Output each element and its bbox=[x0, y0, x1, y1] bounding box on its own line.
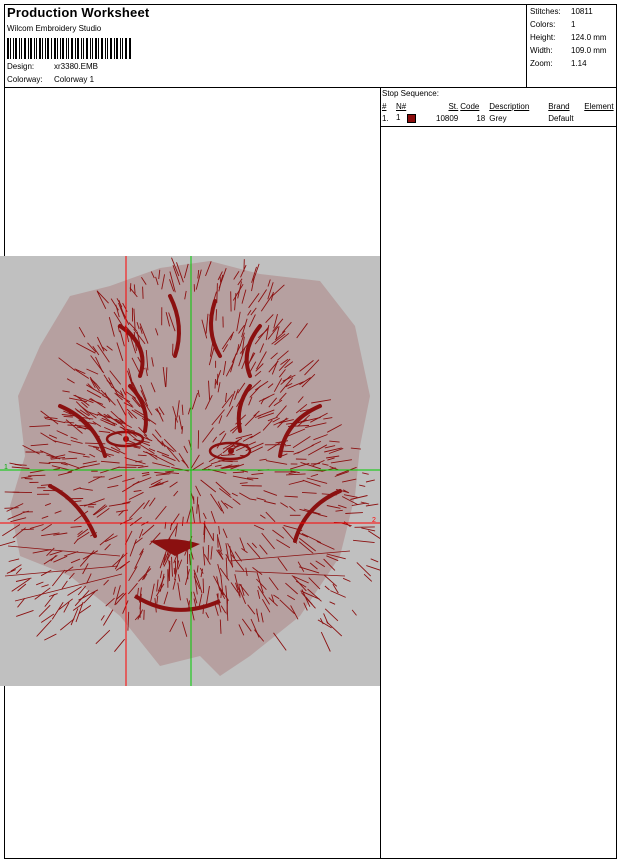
stop-sequence-panel: Stop Sequence: # N# St. Code Description… bbox=[382, 88, 616, 124]
stat-label: Colors: bbox=[530, 20, 556, 29]
stat-value: 124.0 mm bbox=[571, 33, 607, 42]
software-name: Wilcom Embroidery Studio bbox=[7, 24, 102, 33]
col-code: Code bbox=[460, 101, 480, 111]
row-needle-cell: 1 bbox=[396, 112, 436, 124]
tiger-embroidery-image: 12 bbox=[0, 256, 380, 686]
stat-colors: Colors: 1 bbox=[530, 18, 607, 31]
stat-height: Height: 124.0 mm bbox=[530, 31, 607, 44]
stat-label: Zoom: bbox=[530, 59, 553, 68]
design-row: Design: xr3380.EMB bbox=[7, 62, 98, 71]
worksheet-title: Production Worksheet bbox=[7, 5, 150, 20]
colorway-value: Colorway 1 bbox=[54, 75, 95, 84]
col-stitches: St. bbox=[448, 101, 459, 111]
stat-value: 1 bbox=[571, 20, 576, 29]
design-preview: 12 bbox=[0, 256, 380, 686]
row-description: Grey bbox=[489, 113, 507, 123]
stat-label: Width: bbox=[530, 46, 553, 55]
stats-divider bbox=[526, 4, 527, 88]
row-brand: Default bbox=[548, 113, 574, 123]
col-number: # bbox=[382, 101, 387, 111]
table-row: 1. 1 10809 18 Grey Default bbox=[382, 112, 616, 124]
stop-sequence-table: # N# St. Code Description Brand Element … bbox=[382, 100, 616, 124]
stat-label: Stitches: bbox=[530, 7, 561, 16]
design-stats: Stitches: 10811 Colors: 1 Height: 124.0 mm … bbox=[530, 5, 607, 70]
col-description: Description bbox=[489, 101, 530, 111]
design-label: Design: bbox=[7, 62, 35, 71]
tiger-pupil-right bbox=[228, 448, 234, 454]
row-element bbox=[584, 112, 615, 124]
guide-marker-2: 2 bbox=[372, 517, 376, 524]
row-needle: 1 bbox=[396, 113, 401, 123]
stat-value: 109.0 mm bbox=[571, 46, 607, 55]
stat-zoom: Zoom: 1.14 bbox=[530, 57, 607, 70]
guide-marker-1: 1 bbox=[4, 464, 8, 471]
thread-color-swatch bbox=[407, 113, 417, 123]
stat-label: Height: bbox=[530, 33, 556, 42]
stat-width: Width: 109.0 mm bbox=[530, 44, 607, 57]
stat-stitches: Stitches: 10811 bbox=[530, 5, 607, 18]
stop-sequence-divider bbox=[380, 126, 617, 127]
col-brand: Brand bbox=[548, 101, 570, 111]
colorway-label: Colorway: bbox=[7, 75, 43, 84]
col-element: Element bbox=[584, 101, 614, 111]
row-number: 1. bbox=[382, 113, 389, 123]
stat-value: 1.14 bbox=[571, 59, 587, 68]
row-stitches: 10809 bbox=[436, 113, 459, 123]
barcode-icon bbox=[7, 38, 131, 59]
stop-sequence-header: # N# St. Code Description Brand Element bbox=[382, 100, 616, 112]
row-code: 18 bbox=[476, 113, 486, 123]
panel-divider bbox=[380, 88, 381, 859]
stop-sequence-caption: Stop Sequence: bbox=[382, 89, 439, 98]
design-filename: xr3380.EMB bbox=[54, 62, 99, 71]
colorway-row: Colorway: Colorway 1 bbox=[7, 75, 94, 84]
stat-value: 10811 bbox=[571, 7, 593, 16]
col-needle: N# bbox=[396, 101, 407, 111]
